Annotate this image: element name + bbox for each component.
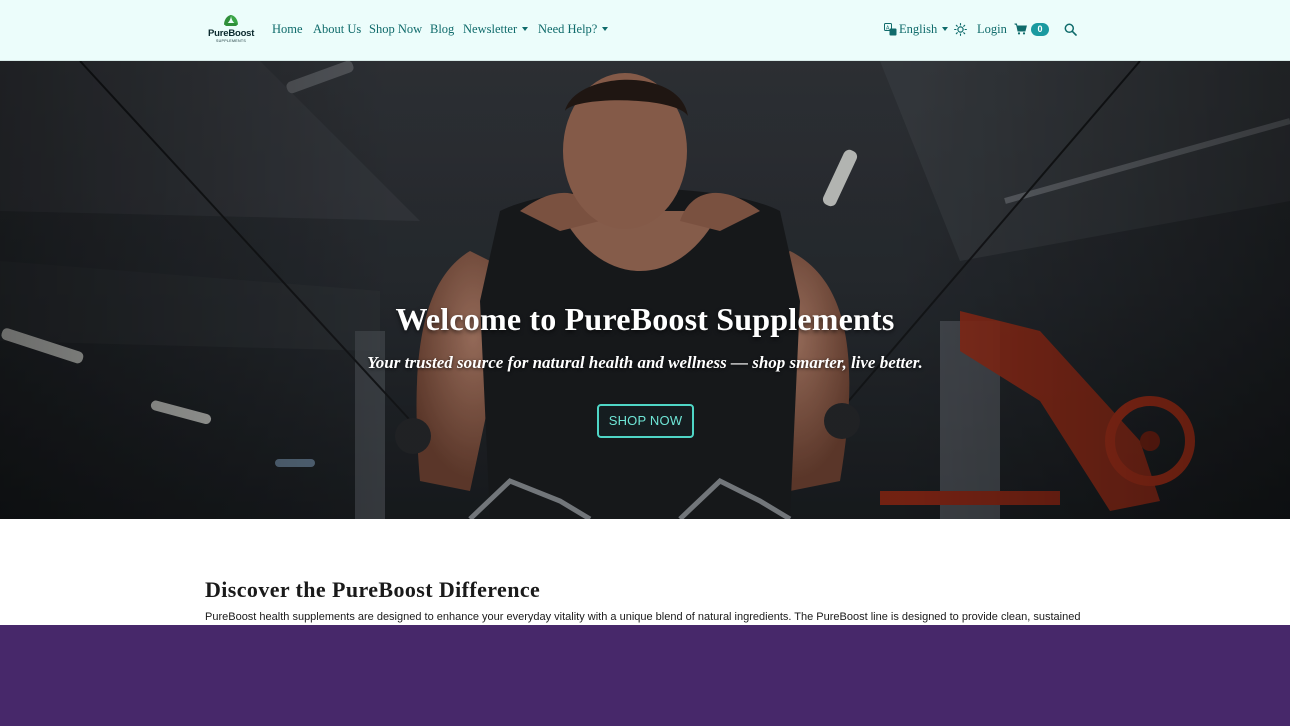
nav-newsletter-dropdown[interactable]: Newsletter — [463, 21, 529, 37]
nav-home[interactable]: Home — [272, 21, 303, 37]
translate-icon[interactable]: A — [884, 23, 897, 36]
navbar: PureBoost SUPPLEMENTS Home About Us Shop… — [0, 0, 1290, 61]
language-label: English — [899, 22, 938, 36]
gym-hero-image — [0, 61, 1290, 519]
nav-shop-now[interactable]: Shop Now — [369, 21, 422, 37]
chevron-down-icon — [602, 27, 609, 31]
language-dropdown[interactable]: English — [899, 21, 949, 37]
nav-blog[interactable]: Blog — [430, 21, 454, 37]
nav-newsletter-label: Newsletter — [463, 22, 518, 36]
footer-band — [0, 625, 1290, 726]
sun-icon[interactable] — [954, 23, 967, 36]
section-text: PureBoost health supplements are designe… — [205, 611, 1081, 623]
nav-need-help-label: Need Help? — [538, 22, 598, 36]
nav-need-help-dropdown[interactable]: Need Help? — [538, 21, 609, 37]
hero-banner: Welcome to PureBoost Supplements Your tr… — [0, 61, 1290, 519]
cart-icon[interactable] — [1014, 23, 1027, 35]
brand-tagline: SUPPLEMENTS — [215, 39, 247, 43]
search-icon[interactable] — [1064, 23, 1077, 36]
brand-name: PureBoost — [208, 28, 255, 39]
login-link[interactable]: Login — [977, 21, 1007, 37]
cart-count-badge[interactable]: 0 — [1031, 23, 1049, 36]
hero-title: Welcome to PureBoost Supplements — [395, 301, 895, 337]
shop-now-button[interactable]: SHOP NOW — [597, 404, 694, 438]
hero-subtitle: Your trusted source for natural health a… — [367, 353, 923, 372]
nav-about-us[interactable]: About Us — [313, 21, 361, 37]
chevron-down-icon — [522, 27, 529, 31]
brand-logo[interactable]: PureBoost SUPPLEMENTS — [208, 12, 254, 48]
leaf-logo-icon — [224, 15, 238, 26]
section-title: Discover the PureBoost Difference — [205, 577, 541, 602]
chevron-down-icon — [942, 27, 949, 31]
